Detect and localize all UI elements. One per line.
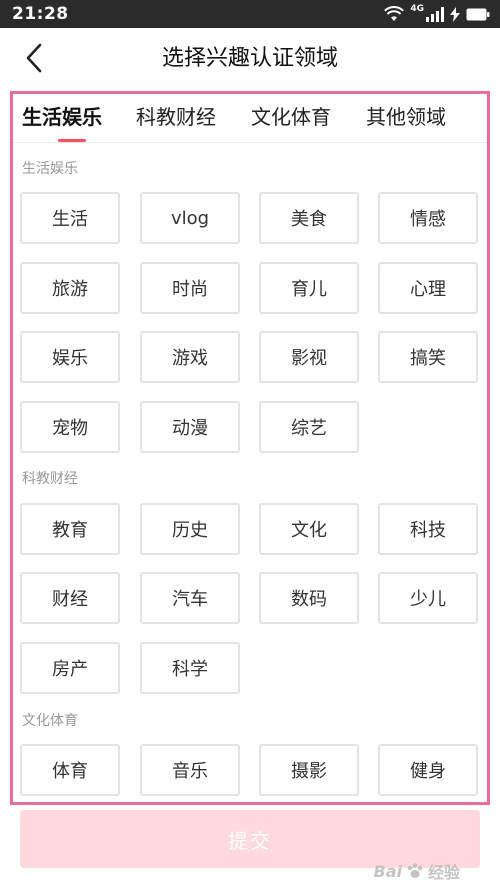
tag-technology[interactable]: 科技 — [378, 503, 478, 555]
battery-icon — [466, 8, 490, 20]
section-title-science-finance: 科教财经 — [22, 471, 78, 487]
paw-icon — [407, 863, 423, 878]
tag-education[interactable]: 教育 — [20, 503, 120, 555]
page-title: 选择兴趣认证领域 — [161, 46, 338, 71]
tag-anime[interactable]: 动漫 — [140, 401, 240, 453]
watermark-suffix: 经验 — [427, 863, 460, 882]
tag-digital[interactable]: 数码 — [259, 572, 359, 624]
tag-children[interactable]: 少儿 — [378, 572, 478, 624]
tab-culture-sports[interactable]: 文化体育 — [251, 102, 331, 132]
baidu-jingyan-watermark: Bai 经验 — [374, 859, 461, 883]
category-tabs: 生活娱乐 科教财经 文化体育 其他领域 — [13, 94, 487, 143]
tab-life-entertainment[interactable]: 生活娱乐 — [22, 102, 102, 132]
section-title-life-entertainment: 生活娱乐 — [22, 161, 78, 177]
tag-finance[interactable]: 财经 — [20, 572, 120, 624]
tag-entertainment[interactable]: 娱乐 — [20, 331, 120, 383]
tag-games[interactable]: 游戏 — [140, 331, 240, 383]
status-bar: 21:28 4G — [0, 0, 500, 28]
tag-music[interactable]: 音乐 — [140, 744, 240, 796]
tag-parenting[interactable]: 育儿 — [259, 262, 359, 314]
tag-psychology[interactable]: 心理 — [378, 262, 478, 314]
tag-automobile[interactable]: 汽车 — [140, 572, 240, 624]
nav-bar: 选择兴趣认证领域 — [0, 28, 500, 90]
tag-comedy[interactable]: 搞笑 — [378, 331, 478, 383]
active-tab-indicator — [58, 139, 86, 142]
tag-emotion[interactable]: 情感 — [378, 192, 478, 244]
signal-icon — [426, 6, 444, 22]
status-time: 21:28 — [12, 4, 69, 24]
tag-sports[interactable]: 体育 — [20, 744, 120, 796]
tag-fashion[interactable]: 时尚 — [140, 262, 240, 314]
tag-photography[interactable]: 摄影 — [259, 744, 359, 796]
tab-science-finance[interactable]: 科教财经 — [136, 102, 216, 132]
section-title-culture-sports: 文化体育 — [22, 713, 78, 729]
tag-fitness[interactable]: 健身 — [378, 744, 478, 796]
tag-real-estate[interactable]: 房产 — [20, 642, 120, 694]
wifi-icon — [384, 6, 405, 21]
tag-pets[interactable]: 宠物 — [20, 401, 120, 453]
interest-selection-panel: 生活娱乐 科教财经 文化体育 其他领域 生活娱乐 生活 vlog 美食 情感 旅… — [10, 91, 490, 805]
watermark-brand: Bai — [373, 861, 402, 881]
tab-other-fields[interactable]: 其他领域 — [366, 102, 446, 132]
tag-vlog[interactable]: vlog — [140, 192, 240, 244]
tag-food[interactable]: 美食 — [259, 192, 359, 244]
tag-film-tv[interactable]: 影视 — [259, 331, 359, 383]
tag-culture[interactable]: 文化 — [259, 503, 359, 555]
network-label: 4G — [410, 4, 424, 14]
tag-travel[interactable]: 旅游 — [20, 262, 120, 314]
tag-life[interactable]: 生活 — [20, 192, 120, 244]
status-icons: 4G — [384, 4, 490, 22]
tag-science[interactable]: 科学 — [140, 642, 240, 694]
charging-icon — [450, 6, 460, 22]
tag-variety[interactable]: 综艺 — [259, 401, 359, 453]
tag-history[interactable]: 历史 — [140, 503, 240, 555]
